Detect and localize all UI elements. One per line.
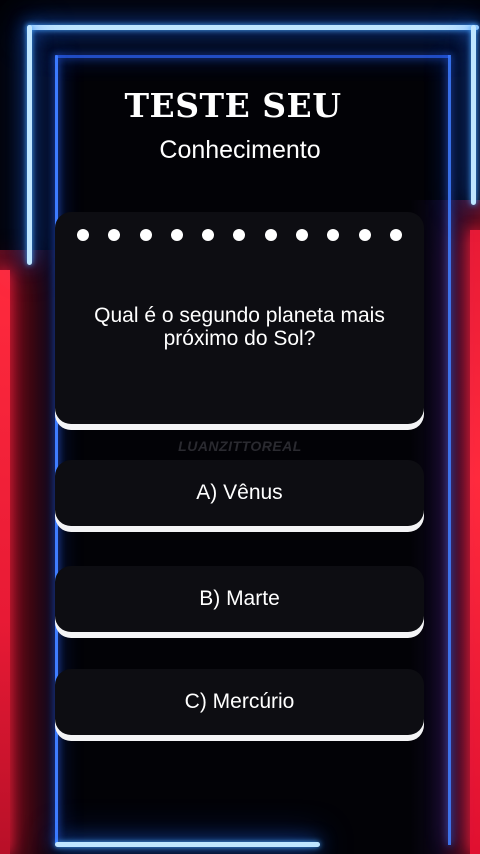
answer-option-b-label: B) Marte — [199, 587, 280, 610]
watermark: LUANZITTOREAL — [178, 438, 302, 454]
neon-bottom-line — [55, 842, 320, 847]
quiz-subtitle: Conhecimento — [159, 136, 321, 164]
neon-right-line — [471, 25, 476, 205]
answer-option-b[interactable]: B) Marte — [55, 566, 424, 632]
question-text: Qual é o segundo planeta mais próximo do… — [94, 304, 385, 350]
neon-red-right-bar — [470, 230, 480, 854]
answer-option-c[interactable]: C) Mercúrio — [55, 669, 424, 735]
progress-dot — [327, 229, 340, 241]
progress-dot — [77, 229, 89, 241]
progress-dots — [77, 229, 402, 241]
neon-top-line — [27, 25, 479, 30]
quiz-screen: TESTE SEU Conhecimento Qual é o segundo … — [0, 0, 480, 854]
answer-option-a-label: A) Vênus — [196, 481, 283, 504]
answer-option-c-label: C) Mercúrio — [184, 690, 295, 713]
progress-dot — [296, 229, 309, 241]
progress-dot — [233, 229, 246, 241]
progress-dot — [264, 229, 277, 241]
answer-option-a[interactable]: A) Vênus — [55, 460, 424, 526]
neon-inner-top-line — [55, 55, 450, 58]
progress-dot — [139, 229, 152, 241]
progress-dot — [202, 229, 215, 241]
quiz-title: TESTE SEU — [124, 86, 342, 125]
progress-dot — [170, 229, 183, 241]
progress-dot — [389, 229, 402, 241]
progress-dot — [108, 229, 121, 241]
question-card: Qual é o segundo planeta mais próximo do… — [55, 212, 424, 424]
neon-red-left-bar — [0, 270, 10, 854]
progress-dot — [358, 229, 371, 241]
